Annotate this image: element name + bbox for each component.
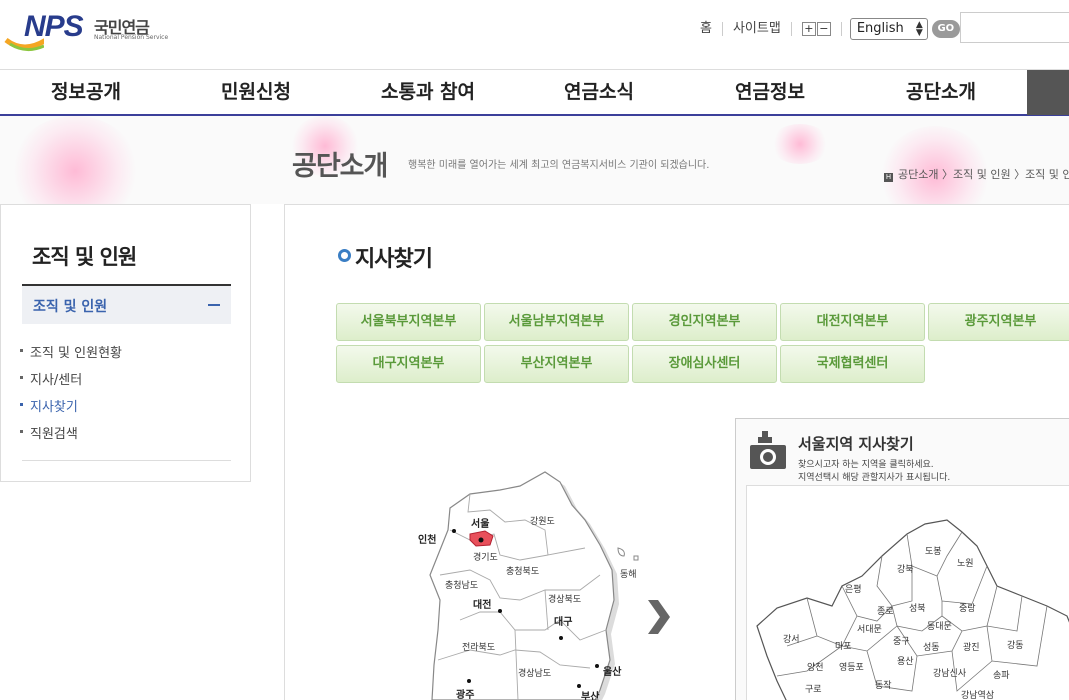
logo-text: NPS	[24, 10, 84, 43]
district-seongbuk[interactable]: 성북	[909, 601, 926, 614]
district-gangbuk[interactable]: 강북	[897, 562, 914, 575]
district-gwangjin[interactable]: 광진	[963, 640, 980, 653]
breadcrumb: H 공단소개 〉조직 및 인원 〉조직 및 인	[884, 166, 1069, 182]
district-songpa[interactable]: 송파	[993, 668, 1010, 681]
tab-gyeongin[interactable]: 경인지역본부	[632, 303, 777, 341]
search-input[interactable]	[960, 12, 1069, 43]
lnb-item-staff-search[interactable]: 직원검색	[20, 423, 78, 442]
lnb-item-status[interactable]: 조직 및 인원현황	[20, 342, 122, 361]
map-label-seoul[interactable]: 서울	[471, 515, 489, 530]
language-value: English	[856, 21, 904, 36]
map-label-daejeon[interactable]: 대전	[473, 596, 491, 611]
district-yeongdeungpo[interactable]: 영등포	[839, 660, 864, 673]
go-button[interactable]: GO	[931, 20, 960, 38]
seoul-branch-panel: 서울지역 지사찾기 찾으시고자 하는 지역을 클릭하세요. 지역선택시 해당 관…	[735, 418, 1069, 700]
district-yongsan[interactable]: 용산	[897, 654, 914, 667]
tab-daegu[interactable]: 대구지역본부	[336, 345, 481, 383]
district-dobong[interactable]: 도봉	[925, 544, 942, 557]
gnb-item-about[interactable]: 공단소개	[895, 70, 987, 114]
lnb-bottom-line	[22, 460, 231, 461]
lnb-title: 조직 및 인원	[32, 245, 137, 269]
heart-decoration	[880, 126, 990, 204]
map-label-gwangju[interactable]: 광주	[456, 686, 474, 700]
utility-menu: 홈 사이트맵 + − English ▲ ▼ GO	[690, 18, 960, 40]
tab-seoul-north[interactable]: 서울북부지역본부	[336, 303, 481, 341]
seoul-map[interactable]	[747, 486, 1069, 700]
district-dongdaemun[interactable]: 동대문	[927, 619, 952, 632]
district-gangnam-yeoksam[interactable]: 강남역삼	[961, 688, 994, 700]
map-label-donghae: 동해	[620, 570, 637, 580]
lnb-item-branches[interactable]: 지사/센터	[19, 369, 82, 388]
camera-icon	[750, 431, 786, 469]
title-bullet-icon	[338, 249, 351, 262]
map-label-chungbuk[interactable]: 충청북도	[506, 564, 539, 577]
district-gangdong[interactable]: 강동	[1007, 638, 1024, 651]
zoom-out-button[interactable]: −	[816, 22, 831, 36]
page-slogan: 행복한 미래를 열어가는 세계 최고의 연금복지서비스 기관이 되겠습니다.	[408, 160, 710, 171]
tab-disability-center[interactable]: 장애심사센터	[632, 345, 777, 383]
map-label-gyeongbuk[interactable]: 경상북도	[548, 592, 581, 605]
seoul-map-frame: 도봉 노원 강북 은평 성북 중랑 종로 동대문 서대문 강서 마포 중구 성동…	[746, 485, 1069, 700]
tab-gwangju[interactable]: 광주지역본부	[928, 303, 1069, 341]
seoul-panel-title: 서울지역 지사찾기	[798, 435, 914, 453]
map-label-gyeonggi[interactable]: 경기도	[473, 550, 498, 563]
map-label-daegu[interactable]: 대구	[554, 613, 572, 628]
gnb-item-communication[interactable]: 소통과 참여	[370, 70, 486, 114]
home-icon[interactable]: H	[884, 173, 893, 182]
select-arrows-icon: ▲ ▼	[915, 20, 923, 38]
tab-daejeon[interactable]: 대전지역본부	[780, 303, 925, 341]
map-label-chungnam[interactable]: 충청남도	[445, 578, 478, 591]
district-jungnang[interactable]: 중랑	[959, 601, 976, 614]
page-title: 공단소개	[292, 151, 388, 182]
tab-busan[interactable]: 부산지역본부	[484, 345, 629, 383]
lnb-active-menu[interactable]: 조직 및 인원	[22, 286, 231, 324]
map-label-busan[interactable]: 부산	[581, 688, 599, 700]
district-gangnam-sinsa[interactable]: 강남신사	[933, 666, 966, 679]
content-title: 지사찾기	[355, 247, 433, 272]
map-label-jeonbuk[interactable]: 전라북도	[462, 640, 495, 653]
district-dongjak[interactable]: 동작	[875, 678, 892, 691]
district-seodaemun[interactable]: 서대문	[857, 622, 882, 635]
util-divider	[840, 22, 842, 36]
gnb-item-civil[interactable]: 민원신청	[210, 70, 302, 114]
seoul-panel-desc2: 지역선택시 해당 관할지사가 표시됩니다.	[798, 473, 951, 483]
zoom-controls: + −	[801, 22, 831, 36]
map-label-incheon[interactable]: 인천	[418, 531, 436, 546]
breadcrumb-text: 공단소개 〉조직 및 인원 〉조직 및 인	[898, 168, 1069, 181]
gnb-extra-button[interactable]	[1027, 70, 1069, 115]
map-label-gangwon[interactable]: 강원도	[530, 514, 555, 527]
map-label-gyeongnam[interactable]: 경상남도	[518, 666, 551, 679]
district-seongdong[interactable]: 성동	[923, 640, 940, 653]
map-label-ulsan[interactable]: 울산	[603, 663, 621, 678]
gnb-item-news[interactable]: 연금소식	[553, 70, 645, 114]
language-select[interactable]: English ▲ ▼	[849, 18, 928, 40]
sub-visual: 공단소개 행복한 미래를 열어가는 세계 최고의 연금복지서비스 기관이 되겠습…	[0, 116, 1069, 204]
heart-decoration	[10, 116, 140, 204]
sitemap-link[interactable]: 사이트맵	[723, 22, 792, 36]
home-link[interactable]: 홈	[690, 22, 723, 36]
district-eunpyeong[interactable]: 은평	[845, 582, 862, 595]
heart-decoration	[770, 124, 830, 164]
district-nowon[interactable]: 노원	[957, 556, 974, 569]
gnb-item-info[interactable]: 정보공개	[40, 70, 132, 114]
district-yangcheon[interactable]: 양천	[807, 660, 824, 673]
main-navigation: 정보공개 민원신청 소통과 참여 연금소식 연금정보 공단소개	[0, 69, 1069, 116]
district-guro[interactable]: 구로	[805, 682, 822, 695]
collapse-icon	[208, 304, 220, 306]
district-jongno[interactable]: 종로	[877, 604, 894, 617]
logo-english: National Pension Service	[94, 34, 169, 41]
header: NPS 국민연금 National Pension Service 홈 사이트맵…	[0, 0, 1069, 70]
tab-international-center[interactable]: 국제협력센터	[780, 345, 925, 383]
left-navigation: 조직 및 인원 조직 및 인원 조직 및 인원현황 지사/센터 지사찾기 직원검…	[0, 204, 251, 482]
district-gangseo[interactable]: 강서	[783, 632, 800, 645]
seoul-panel-desc1: 찾으시고자 하는 지역을 클릭하세요.	[798, 460, 934, 470]
lnb-item-find-branch[interactable]: 지사찾기	[20, 396, 78, 415]
lnb-active-label: 조직 및 인원	[33, 299, 108, 315]
tab-seoul-south[interactable]: 서울남부지역본부	[484, 303, 629, 341]
zoom-in-button[interactable]: +	[801, 22, 816, 36]
district-mapo[interactable]: 마포	[835, 639, 852, 652]
gnb-item-pension-info[interactable]: 연금정보	[724, 70, 816, 114]
district-jung[interactable]: 중구	[893, 634, 910, 647]
nps-logo[interactable]: NPS 국민연금 National Pension Service	[4, 10, 168, 56]
